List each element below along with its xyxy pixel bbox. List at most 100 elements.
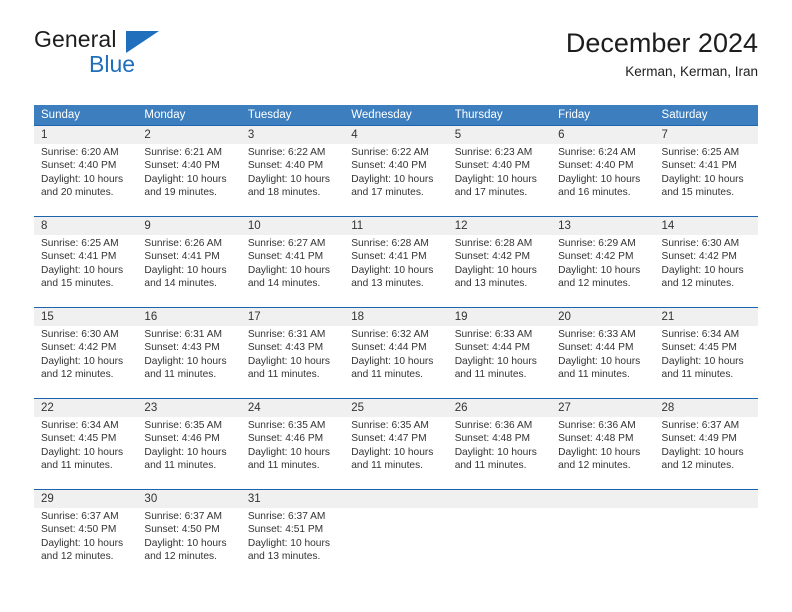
weekday-header-sunday: Sunday [41,109,81,121]
day-number: 1 [41,129,48,141]
weekday-header-thursday: Thursday [454,109,503,121]
day-cell[interactable]: 22 Sunrise: 6:34 AM Sunset: 4:45 PM Dayl… [34,399,137,489]
daylight-text-line2: and 13 minutes. [351,278,424,290]
day-info: Sunrise: 6:31 AM Sunset: 4:43 PM Dayligh… [248,328,340,382]
daylight-text-line1: Daylight: 10 hours [351,264,434,276]
sunset-text: Sunset: 4:41 PM [661,160,737,172]
day-number: 11 [351,220,364,232]
weekday-header-wednesday: Wednesday [351,109,412,121]
sunset-text: Sunset: 4:41 PM [144,251,220,263]
daylight-text-line1: Daylight: 10 hours [454,173,537,185]
daylight-text-line2: and 12 minutes. [144,551,217,563]
daylight-text-line2: and 11 minutes. [41,460,113,472]
day-cell[interactable]: 18 Sunrise: 6:32 AM Sunset: 4:44 PM Dayl… [344,308,447,398]
day-cell[interactable]: 30 Sunrise: 6:37 AM Sunset: 4:50 PM Dayl… [137,490,240,580]
day-cell[interactable]: 2 Sunrise: 6:21 AM Sunset: 4:40 PM Dayli… [137,126,240,216]
day-cell[interactable]: 4 Sunrise: 6:22 AM Sunset: 4:40 PM Dayli… [344,126,447,216]
day-cell[interactable]: 1 Sunrise: 6:20 AM Sunset: 4:40 PM Dayli… [34,126,137,216]
day-cell[interactable]: 17 Sunrise: 6:31 AM Sunset: 4:43 PM Dayl… [241,308,344,398]
day-cell[interactable]: 19 Sunrise: 6:33 AM Sunset: 4:44 PM Dayl… [448,308,551,398]
daylight-text-line2: and 18 minutes. [247,187,321,199]
day-cell[interactable]: 29 Sunrise: 6:37 AM Sunset: 4:50 PM Dayl… [34,490,137,580]
day-cell[interactable]: 15 Sunrise: 6:30 AM Sunset: 4:42 PM Dayl… [34,308,137,398]
sunrise-text: Sunrise: 6:32 AM [351,329,429,340]
day-cell[interactable]: 6 Sunrise: 6:24 AM Sunset: 4:40 PM Dayli… [551,126,654,216]
sunrise-text: Sunrise: 6:22 AM [247,147,326,158]
sunset-text: Sunset: 4:40 PM [144,160,220,172]
weekday-header-monday: Monday [144,109,186,121]
day-info: Sunrise: 6:25 AM Sunset: 4:41 PM Dayligh… [41,237,133,291]
daylight-text-line2: and 11 minutes. [351,369,424,381]
day-info: Sunrise: 6:28 AM Sunset: 4:41 PM Dayligh… [351,237,443,291]
sunrise-text: Sunrise: 6:35 AM [247,420,326,431]
day-number: 28 [661,402,675,414]
sunset-text: Sunset: 4:50 PM [41,524,117,536]
daylight-text-line2: and 17 minutes. [351,187,424,199]
daylight-text-line1: Daylight: 10 hours [661,355,744,367]
day-number: 4 [351,129,358,141]
sunset-text: Sunset: 4:41 PM [351,251,427,263]
day-number: 31 [247,493,261,505]
day-cell[interactable]: 8 Sunrise: 6:25 AM Sunset: 4:41 PM Dayli… [34,217,137,307]
daylight-text-line1: Daylight: 10 hours [247,537,330,549]
sunrise-text: Sunrise: 6:27 AM [247,238,326,249]
sunrise-text: Sunrise: 6:21 AM [144,147,223,158]
day-cell-empty [655,490,758,580]
day-cell[interactable]: 23 Sunrise: 6:35 AM Sunset: 4:46 PM Dayl… [137,399,240,489]
day-cell[interactable]: 5 Sunrise: 6:23 AM Sunset: 4:40 PM Dayli… [448,126,551,216]
sunrise-text: Sunrise: 6:23 AM [454,147,533,158]
day-number: 20 [558,311,571,323]
sunset-text: Sunset: 4:44 PM [351,342,427,354]
daylight-text-line1: Daylight: 10 hours [661,446,744,458]
day-cell[interactable]: 11 Sunrise: 6:28 AM Sunset: 4:41 PM Dayl… [344,217,447,307]
sunset-text: Sunset: 4:40 PM [351,160,427,172]
day-cell[interactable]: 3 Sunrise: 6:22 AM Sunset: 4:40 PM Dayli… [241,126,344,216]
sunrise-text: Sunrise: 6:29 AM [558,238,636,249]
sunrise-text: Sunrise: 6:37 AM [661,420,740,431]
sunrise-text: Sunrise: 6:22 AM [351,147,429,158]
day-cell[interactable]: 26 Sunrise: 6:36 AM Sunset: 4:48 PM Dayl… [448,399,551,489]
week-row: 8 Sunrise: 6:25 AM Sunset: 4:41 PM Dayli… [34,216,758,307]
sunrise-text: Sunrise: 6:24 AM [558,147,636,158]
day-cell[interactable]: 24 Sunrise: 6:35 AM Sunset: 4:46 PM Dayl… [241,399,344,489]
daylight-text-line2: and 12 minutes. [41,551,114,563]
day-number: 5 [454,129,462,141]
day-number: 25 [351,402,365,414]
week-row: 1 Sunrise: 6:20 AM Sunset: 4:40 PM Dayli… [34,125,758,216]
day-number: 7 [661,129,668,141]
day-cell[interactable]: 31 Sunrise: 6:37 AM Sunset: 4:51 PM Dayl… [241,490,344,580]
daylight-text-line2: and 19 minutes. [144,187,217,199]
day-cell[interactable]: 20 Sunrise: 6:33 AM Sunset: 4:44 PM Dayl… [551,308,654,398]
day-number: 21 [661,311,675,323]
day-cell[interactable]: 14 Sunrise: 6:30 AM Sunset: 4:42 PM Dayl… [655,217,758,307]
day-cell[interactable]: 7 Sunrise: 6:25 AM Sunset: 4:41 PM Dayli… [655,126,758,216]
day-number: 27 [558,402,571,414]
sunset-text: Sunset: 4:46 PM [247,433,324,445]
sunset-text: Sunset: 4:48 PM [558,433,634,445]
day-number: 9 [144,220,151,232]
daylight-text-line1: Daylight: 10 hours [144,173,227,185]
day-cell[interactable]: 28 Sunrise: 6:37 AM Sunset: 4:49 PM Dayl… [655,399,758,489]
day-cell[interactable]: 25 Sunrise: 6:35 AM Sunset: 4:47 PM Dayl… [344,399,447,489]
day-info: Sunrise: 6:20 AM Sunset: 4:40 PM Dayligh… [41,146,133,200]
day-cell[interactable]: 12 Sunrise: 6:28 AM Sunset: 4:42 PM Dayl… [448,217,551,307]
weekday-header-tuesday: Tuesday [247,109,292,121]
sunset-text: Sunset: 4:46 PM [144,433,220,445]
day-cell[interactable]: 10 Sunrise: 6:27 AM Sunset: 4:41 PM Dayl… [241,217,344,307]
day-cell[interactable]: 16 Sunrise: 6:31 AM Sunset: 4:43 PM Dayl… [137,308,240,398]
brand-logo[interactable]: General Blue [34,28,224,86]
weekday-header-friday: Friday [558,109,591,121]
day-cell[interactable]: 27 Sunrise: 6:36 AM Sunset: 4:48 PM Dayl… [551,399,654,489]
sunrise-text: Sunrise: 6:37 AM [247,511,326,522]
sunrise-text: Sunrise: 6:31 AM [247,329,326,340]
day-info: Sunrise: 6:36 AM Sunset: 4:48 PM Dayligh… [558,419,650,473]
day-cell-empty [344,490,447,580]
daylight-text-line2: and 11 minutes. [454,369,527,381]
day-cell[interactable]: 9 Sunrise: 6:26 AM Sunset: 4:41 PM Dayli… [137,217,240,307]
week-row: 29 Sunrise: 6:37 AM Sunset: 4:50 PM Dayl… [34,489,758,580]
daylight-text-line2: and 17 minutes. [454,187,528,199]
daylight-text-line1: Daylight: 10 hours [247,355,330,367]
day-cell[interactable]: 13 Sunrise: 6:29 AM Sunset: 4:42 PM Dayl… [551,217,654,307]
day-number: 6 [558,129,565,141]
day-cell[interactable]: 21 Sunrise: 6:34 AM Sunset: 4:45 PM Dayl… [655,308,758,398]
